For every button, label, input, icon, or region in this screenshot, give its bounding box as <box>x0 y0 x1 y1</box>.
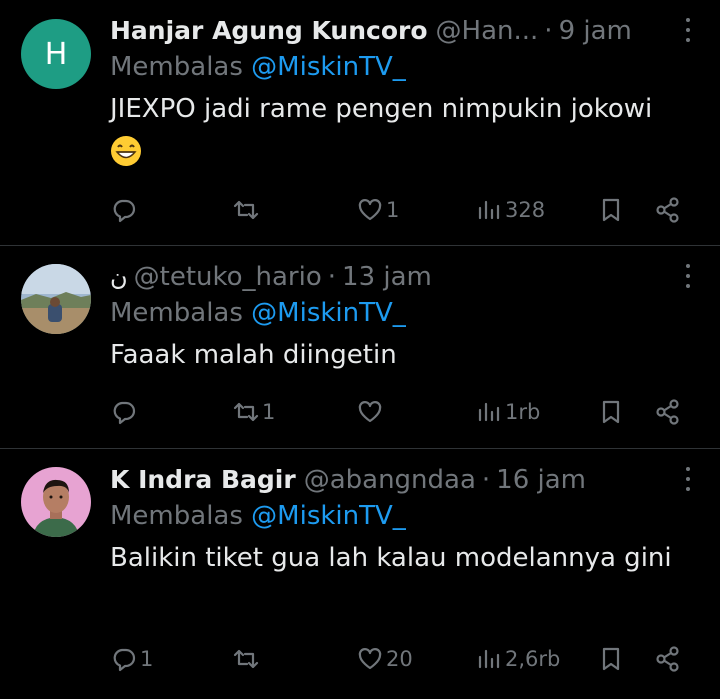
timestamp[interactable]: 9 jam <box>559 13 632 49</box>
like-button[interactable]: 1 <box>356 190 399 230</box>
reply-button[interactable]: 1 <box>110 639 153 679</box>
reply-button[interactable] <box>110 392 140 432</box>
share-icon <box>656 399 679 425</box>
retweet-button[interactable] <box>232 639 262 679</box>
person-photo-icon <box>21 467 91 537</box>
handle[interactable]: @tetuko_hario <box>134 259 322 295</box>
share-button[interactable] <box>654 190 682 230</box>
timestamp[interactable]: 16 jam <box>496 462 586 498</box>
avatar[interactable] <box>21 467 91 537</box>
display-name[interactable]: ن <box>110 259 128 295</box>
tweet-text: Balikin tiket gua lah kalau modelannya g… <box>110 538 720 578</box>
bookmark-icon <box>602 647 620 671</box>
replying-to: Membalas @MiskinTV_ <box>110 295 720 331</box>
view-count: 1rb <box>505 400 541 424</box>
heart-icon <box>358 648 382 670</box>
tweet-text: Faaak malah diingetin <box>110 335 720 375</box>
separator: · <box>327 262 337 292</box>
display-name[interactable]: Hanjar Agung Kuncoro <box>110 13 428 49</box>
handle[interactable]: @Han... <box>436 13 539 49</box>
tweet-actions: 1 20 2,6rb <box>110 639 720 679</box>
share-button[interactable] <box>654 639 682 679</box>
views-button[interactable]: 328 <box>475 190 545 230</box>
views-button[interactable]: 1rb <box>475 392 540 432</box>
bookmark-button[interactable] <box>597 392 625 432</box>
separator: · <box>544 16 553 46</box>
bookmark-button[interactable] <box>597 639 625 679</box>
tweet[interactable]: K Indra Bagir @abangndaa · 16 jam Membal… <box>0 449 720 699</box>
heart-icon <box>358 401 382 423</box>
views-chart-icon <box>478 402 500 422</box>
views-button[interactable]: 2,6rb <box>475 639 560 679</box>
share-icon <box>656 197 679 223</box>
retweet-count: 1 <box>262 400 276 424</box>
view-count: 2,6rb <box>505 647 561 671</box>
reply-prefix: Membalas <box>110 501 243 531</box>
replying-to: Membalas @MiskinTV_ <box>110 49 720 85</box>
share-icon <box>656 646 679 672</box>
views-chart-icon <box>478 649 500 669</box>
like-button[interactable]: 20 <box>356 639 413 679</box>
tweet-content: Hanjar Agung Kuncoro @Han... · 9 jam Mem… <box>110 13 720 169</box>
tweet-text-body: JIEXPO jadi rame pengen nimpukin jokowi <box>110 94 653 124</box>
reply-prefix: Membalas <box>110 52 243 82</box>
retweet-icon <box>233 200 259 220</box>
landscape-photo-icon <box>21 264 91 334</box>
retweet-button[interactable] <box>232 190 262 230</box>
like-button[interactable] <box>356 392 386 432</box>
bookmark-icon <box>602 400 620 424</box>
avatar[interactable] <box>21 264 91 334</box>
handle[interactable]: @abangndaa <box>304 462 476 498</box>
avatar[interactable]: H <box>21 19 91 89</box>
separator: · <box>481 465 491 495</box>
reply-count: 1 <box>140 647 154 671</box>
like-count: 20 <box>386 647 413 671</box>
tweet-actions: 1 1rb <box>110 392 720 432</box>
tweet-actions: 1 328 <box>110 190 720 230</box>
heart-icon <box>358 199 382 221</box>
tweet-header: Hanjar Agung Kuncoro @Han... · 9 jam <box>110 13 720 49</box>
tweet-header: ن @tetuko_hario · 13 jam <box>110 259 720 295</box>
bookmark-icon <box>602 198 620 222</box>
reply-mention[interactable]: @MiskinTV_ <box>251 52 406 82</box>
reply-feed: H Hanjar Agung Kuncoro @Han... · 9 jam M… <box>0 0 720 699</box>
view-count: 328 <box>505 198 546 222</box>
grinning-face-emoji-icon <box>111 135 141 166</box>
bookmark-button[interactable] <box>597 190 625 230</box>
tweet[interactable]: ن @tetuko_hario · 13 jam Membalas @Miski… <box>0 246 720 449</box>
share-button[interactable] <box>654 392 682 432</box>
reply-mention[interactable]: @MiskinTV_ <box>251 298 406 328</box>
tweet-text-body: Balikin tiket gua lah kalau modelannya g… <box>110 543 672 573</box>
views-chart-icon <box>478 200 500 220</box>
reply-icon <box>113 401 136 425</box>
tweet-text: JIEXPO jadi rame pengen nimpukin jokowi <box>110 89 720 169</box>
tweet-header: K Indra Bagir @abangndaa · 16 jam <box>110 462 720 498</box>
reply-mention[interactable]: @MiskinTV_ <box>251 501 406 531</box>
retweet-button[interactable]: 1 <box>232 392 275 432</box>
tweet[interactable]: H Hanjar Agung Kuncoro @Han... · 9 jam M… <box>0 0 720 246</box>
like-count: 1 <box>386 198 400 222</box>
reply-icon <box>113 648 136 672</box>
reply-button[interactable] <box>110 190 140 230</box>
display-name[interactable]: K Indra Bagir <box>110 462 296 498</box>
retweet-icon <box>233 402 259 422</box>
tweet-content: ن @tetuko_hario · 13 jam Membalas @Miski… <box>110 259 720 375</box>
retweet-icon <box>233 649 259 669</box>
reply-icon <box>113 199 136 223</box>
tweet-content: K Indra Bagir @abangndaa · 16 jam Membal… <box>110 462 720 578</box>
avatar-letter: H <box>44 36 68 72</box>
reply-prefix: Membalas <box>110 298 243 328</box>
timestamp[interactable]: 13 jam <box>342 259 432 295</box>
tweet-text-body: Faaak malah diingetin <box>110 340 397 370</box>
replying-to: Membalas @MiskinTV_ <box>110 498 720 534</box>
